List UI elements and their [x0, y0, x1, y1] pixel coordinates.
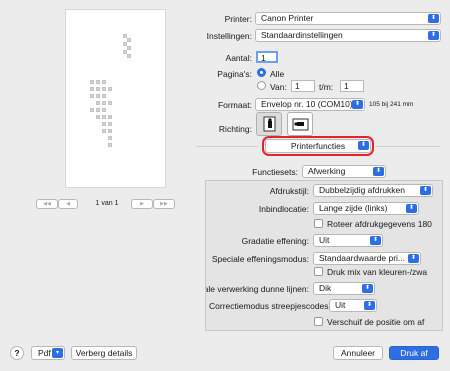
- print-style-select[interactable]: Dubbelzijdig afdrukken ⬍: [313, 184, 433, 197]
- portrait-icon: [263, 116, 276, 132]
- barcode-select[interactable]: Uit ⬍: [329, 299, 377, 312]
- binding-label: Inbindlocatie:: [258, 204, 309, 214]
- pdf-menu-button[interactable]: Pdf ▾: [31, 346, 65, 360]
- shift-position-label: Verschuif de positie om af: [327, 317, 425, 327]
- chevron-updown-icon: ⬍: [352, 100, 363, 109]
- chevron-updown-icon: ⬍: [428, 14, 439, 23]
- copies-field[interactable]: 1: [256, 51, 278, 63]
- gradation-label: Gradatie effening:: [241, 236, 309, 246]
- printer-select[interactable]: Canon Printer ⬍: [255, 12, 441, 25]
- printer-value: Canon Printer: [261, 13, 314, 23]
- last-page-button[interactable]: ▶▶: [153, 199, 175, 209]
- print-style-label: Afdrukstijl:: [269, 186, 309, 196]
- format-select[interactable]: Envelop nr. 10 (COM10) ⬍: [255, 98, 365, 111]
- landscape-orientation-button[interactable]: [287, 112, 313, 136]
- format-size-text: 105 bij 241 mm: [369, 101, 414, 108]
- format-value: Envelop nr. 10 (COM10): [261, 99, 353, 109]
- color-mix-label: Druk mix van kleuren-/zwa: [327, 267, 428, 277]
- chevron-down-icon: ▾: [52, 348, 63, 358]
- preview-address-block: [90, 80, 116, 150]
- print-style-value: Dubbelzijdig afdrukken: [319, 185, 405, 195]
- pages-all-radio[interactable]: [257, 68, 266, 77]
- thin-lines-value: Dik: [319, 283, 332, 293]
- copies-label: Aantal:: [225, 53, 252, 63]
- gradation-value: Uit: [319, 235, 330, 245]
- rotate-checkbox[interactable]: [314, 219, 323, 228]
- orientation-label: Richting:: [218, 124, 252, 134]
- thin-lines-select[interactable]: Dik ⬍: [313, 282, 375, 295]
- section-separator-right: [376, 146, 440, 147]
- chevron-updown-icon: ⬍: [370, 236, 381, 245]
- chevron-updown-icon: ⬍: [373, 167, 384, 176]
- printer-label: Printer:: [224, 14, 252, 24]
- special-smoothing-value: Standaardwaarde pri...: [319, 253, 405, 263]
- hide-details-button[interactable]: Verberg details: [71, 346, 137, 360]
- pages-to-label: t/m:: [319, 82, 334, 92]
- chevron-updown-icon: ⬍: [358, 141, 369, 150]
- color-mix-checkbox[interactable]: [314, 267, 323, 276]
- special-smoothing-select[interactable]: Standaardwaarde pri... ⬍: [313, 252, 421, 265]
- chevron-updown-icon: ⬍: [428, 31, 439, 40]
- settings-select[interactable]: Standaardinstellingen ⬍: [255, 29, 441, 42]
- section-value: Printerfuncties: [290, 141, 346, 151]
- chevron-updown-icon: ⬍: [362, 284, 373, 293]
- feature-sets-select[interactable]: Afwerking ⬍: [302, 165, 386, 178]
- settings-value: Standaardinstellingen: [261, 30, 343, 40]
- gradation-select[interactable]: Uit ⬍: [313, 234, 383, 247]
- next-page-button[interactable]: ▶: [131, 199, 153, 209]
- binding-value: Lange zijde (links): [319, 203, 388, 213]
- section-select[interactable]: Printerfuncties ⬍: [265, 139, 371, 153]
- print-button[interactable]: Druk af: [389, 346, 439, 360]
- barcode-label: Correctiemodus streepjescodes:: [209, 301, 331, 311]
- binding-select[interactable]: Lange zijde (links) ⬍: [313, 202, 419, 215]
- feature-sets-label: Functiesets:: [252, 167, 298, 177]
- page-indicator: 1 van 1: [95, 200, 119, 207]
- first-page-button[interactable]: ◀◀: [36, 199, 58, 209]
- pages-label: Pagina's:: [217, 69, 252, 79]
- cancel-button[interactable]: Annuleer: [333, 346, 383, 360]
- pdf-label: Pdf: [38, 348, 51, 358]
- rotate-label: Roteer afdrukgegevens 180: [327, 219, 432, 229]
- pages-range-radio[interactable]: [257, 81, 266, 90]
- special-smoothing-label: Speciale effeningsmodus:: [211, 254, 309, 264]
- preview-stamp-block: [123, 34, 132, 64]
- barcode-value: Uit: [335, 300, 346, 310]
- help-button[interactable]: ?: [10, 346, 24, 360]
- thin-lines-label: Speciale verwerking dunne lijnen:: [206, 284, 309, 294]
- chevron-updown-icon: ⬍: [406, 204, 417, 213]
- format-label: Formaat:: [217, 100, 252, 110]
- pages-from-field[interactable]: 1: [291, 80, 315, 92]
- pages-to-field[interactable]: 1: [340, 80, 364, 92]
- portrait-orientation-button[interactable]: [256, 112, 282, 136]
- chevron-updown-icon: ⬍: [408, 254, 419, 263]
- chevron-updown-icon: ⬍: [364, 301, 375, 310]
- landscape-icon: [292, 118, 309, 131]
- pages-from-label: Van:: [270, 82, 287, 92]
- options-panel: Afdrukstijl: Dubbelzijdig afdrukken ⬍ In…: [205, 180, 443, 331]
- feature-sets-value: Afwerking: [308, 166, 346, 176]
- print-preview-sheet: [65, 9, 166, 188]
- chevron-updown-icon: ⬍: [420, 186, 431, 195]
- previous-page-button[interactable]: ◀: [58, 199, 78, 209]
- shift-position-checkbox[interactable]: [314, 317, 323, 326]
- section-separator-left: [196, 146, 258, 147]
- settings-label: Instellingen:: [206, 31, 252, 41]
- pages-all-label: Alle: [270, 69, 285, 79]
